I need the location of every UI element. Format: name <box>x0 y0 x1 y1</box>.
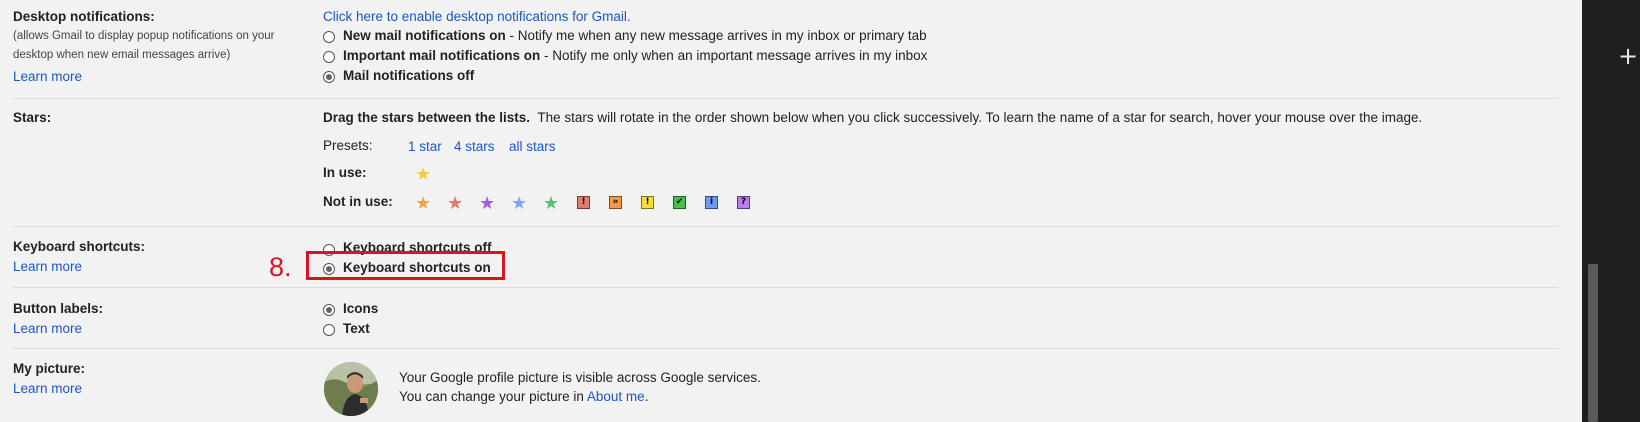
profile-picture-visibility-text: Your Google profile picture is visible a… <box>399 370 761 385</box>
new-mail-notifications-title: New mail notifications on <box>343 28 506 43</box>
green-check-icon[interactable]: ✔ <box>673 196 686 209</box>
important-mail-notifications-desc: - Notify me only when an important messa… <box>540 48 928 63</box>
section-divider <box>13 348 1558 349</box>
new-mail-notifications-desc: - Notify me when any new message arrives… <box>505 28 927 43</box>
about-me-link[interactable]: About me <box>587 389 645 404</box>
section-divider <box>13 98 1558 99</box>
desktop-notifications-learn-more-link[interactable]: Learn more <box>13 69 82 84</box>
important-mail-notifications-option: Important mail notifications on - Notify… <box>343 48 927 63</box>
important-mail-notifications-radio[interactable] <box>323 51 335 63</box>
section-divider <box>13 287 1558 288</box>
blue-info-icon[interactable]: i <box>705 196 718 209</box>
button-labels-label: Button labels: <box>13 301 103 316</box>
preset-all-stars-link[interactable]: all stars <box>509 139 556 154</box>
enable-desktop-notifications-link[interactable]: Click here to enable desktop notificatio… <box>323 9 631 24</box>
button-labels-icons-radio[interactable] <box>323 304 335 316</box>
change-picture-suffix: . <box>644 389 649 404</box>
stars-instructions: Drag the stars between the lists. The st… <box>323 110 1422 125</box>
settings-general-panel: Desktop notifications: (allows Gmail to … <box>0 0 1582 422</box>
stars-instructions-bold: Drag the stars between the lists. <box>323 110 531 125</box>
orange-guillemet-icon[interactable]: » <box>609 196 622 209</box>
button-labels-text-radio[interactable] <box>323 324 335 336</box>
change-picture-prefix: You can change your picture in <box>399 389 587 404</box>
button-labels-icons-label: Icons <box>343 301 379 316</box>
stars-instructions-text: The stars will rotate in the order shown… <box>530 110 1423 125</box>
purple-question-icon[interactable]: ? <box>737 196 750 209</box>
important-mail-notifications-title: Important mail notifications on <box>343 48 541 63</box>
not-in-use-label: Not in use: <box>323 194 393 209</box>
green-star-icon[interactable]: ★ <box>543 194 559 212</box>
stars-label: Stars: <box>13 110 52 125</box>
add-icon[interactable]: + <box>1618 44 1638 68</box>
presets-label: Presets: <box>323 138 373 153</box>
desktop-notifications-description-2: desktop when new email messages arrive) <box>13 49 231 61</box>
section-divider <box>13 226 1558 227</box>
button-labels-text-label: Text <box>343 321 370 336</box>
highlight-box <box>306 251 505 280</box>
scrollbar[interactable] <box>1588 264 1598 422</box>
in-use-label: In use: <box>323 165 367 180</box>
yellow-bang-icon[interactable]: ! <box>641 196 654 209</box>
yellow-star-icon[interactable]: ★ <box>415 165 431 183</box>
mail-notifications-off-label: Mail notifications off <box>343 68 475 83</box>
keyboard-shortcuts-learn-more-link[interactable]: Learn more <box>13 259 82 274</box>
keyboard-shortcuts-label: Keyboard shortcuts: <box>13 239 146 254</box>
preset-1-star-link[interactable]: 1 star <box>408 139 442 154</box>
avatar[interactable] <box>324 362 378 416</box>
button-labels-learn-more-link[interactable]: Learn more <box>13 321 82 336</box>
avatar-image <box>324 362 378 416</box>
red-star-icon[interactable]: ★ <box>447 194 463 212</box>
mail-notifications-off-radio[interactable] <box>323 71 335 83</box>
step-annotation: 8. <box>269 252 292 282</box>
purple-star-icon[interactable]: ★ <box>479 194 495 212</box>
change-picture-text: You can change your picture in About me. <box>399 389 648 404</box>
new-mail-notifications-radio[interactable] <box>323 31 335 43</box>
red-bang-icon[interactable]: ! <box>577 196 590 209</box>
orange-star-icon[interactable]: ★ <box>415 194 431 212</box>
desktop-notifications-label: Desktop notifications: <box>13 9 155 24</box>
desktop-notifications-description-1: (allows Gmail to display popup notificat… <box>13 30 275 42</box>
new-mail-notifications-option: New mail notifications on - Notify me wh… <box>343 28 927 43</box>
my-picture-learn-more-link[interactable]: Learn more <box>13 381 82 396</box>
my-picture-label: My picture: <box>13 361 86 376</box>
preset-4-stars-link[interactable]: 4 stars <box>454 139 495 154</box>
blue-star-icon[interactable]: ★ <box>511 194 527 212</box>
